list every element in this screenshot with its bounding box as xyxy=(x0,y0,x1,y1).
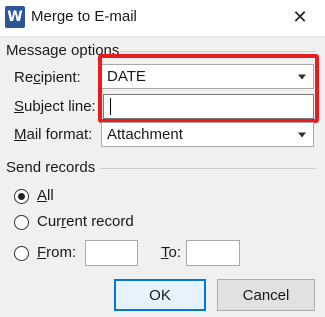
merge-to-email-dialog: W Merge to E-mail ✕ Message options Reci… xyxy=(0,0,325,317)
chevron-down-icon xyxy=(298,74,306,79)
ok-button[interactable]: OK xyxy=(114,279,206,311)
from-radio[interactable] xyxy=(14,246,29,261)
from-record-input[interactable] xyxy=(85,240,138,266)
send-records-group-label: Send records xyxy=(6,159,96,176)
mail-format-dropdown[interactable]: Attachment xyxy=(101,122,314,147)
send-records-divider xyxy=(100,168,316,169)
message-options-divider xyxy=(120,51,316,52)
recipient-value: DATE xyxy=(107,68,146,85)
current-record-radio[interactable] xyxy=(14,215,29,230)
recipient-dropdown[interactable]: DATE xyxy=(101,64,314,89)
mail-format-value: Attachment xyxy=(107,126,183,143)
current-record-radio-label[interactable]: Current record xyxy=(37,213,134,230)
mail-format-label: Mail format: xyxy=(14,126,93,143)
subject-line-label: Subject line: xyxy=(14,98,96,115)
text-cursor xyxy=(110,98,111,115)
close-icon[interactable]: ✕ xyxy=(287,4,313,30)
from-radio-label[interactable]: From: xyxy=(37,244,76,261)
title-bar: W Merge to E-mail ✕ xyxy=(0,0,325,37)
chevron-down-icon xyxy=(298,132,306,137)
to-label: To: xyxy=(161,244,182,261)
word-app-icon: W xyxy=(5,6,25,28)
all-radio-label[interactable]: All xyxy=(37,187,54,204)
all-radio[interactable] xyxy=(14,189,29,204)
to-record-input[interactable] xyxy=(186,240,240,266)
dialog-title: Merge to E-mail xyxy=(31,8,137,25)
message-options-group-label: Message options xyxy=(6,42,120,59)
recipient-label: Recipient: xyxy=(14,69,81,86)
cancel-button[interactable]: Cancel xyxy=(217,279,315,311)
subject-line-input[interactable] xyxy=(103,94,314,119)
